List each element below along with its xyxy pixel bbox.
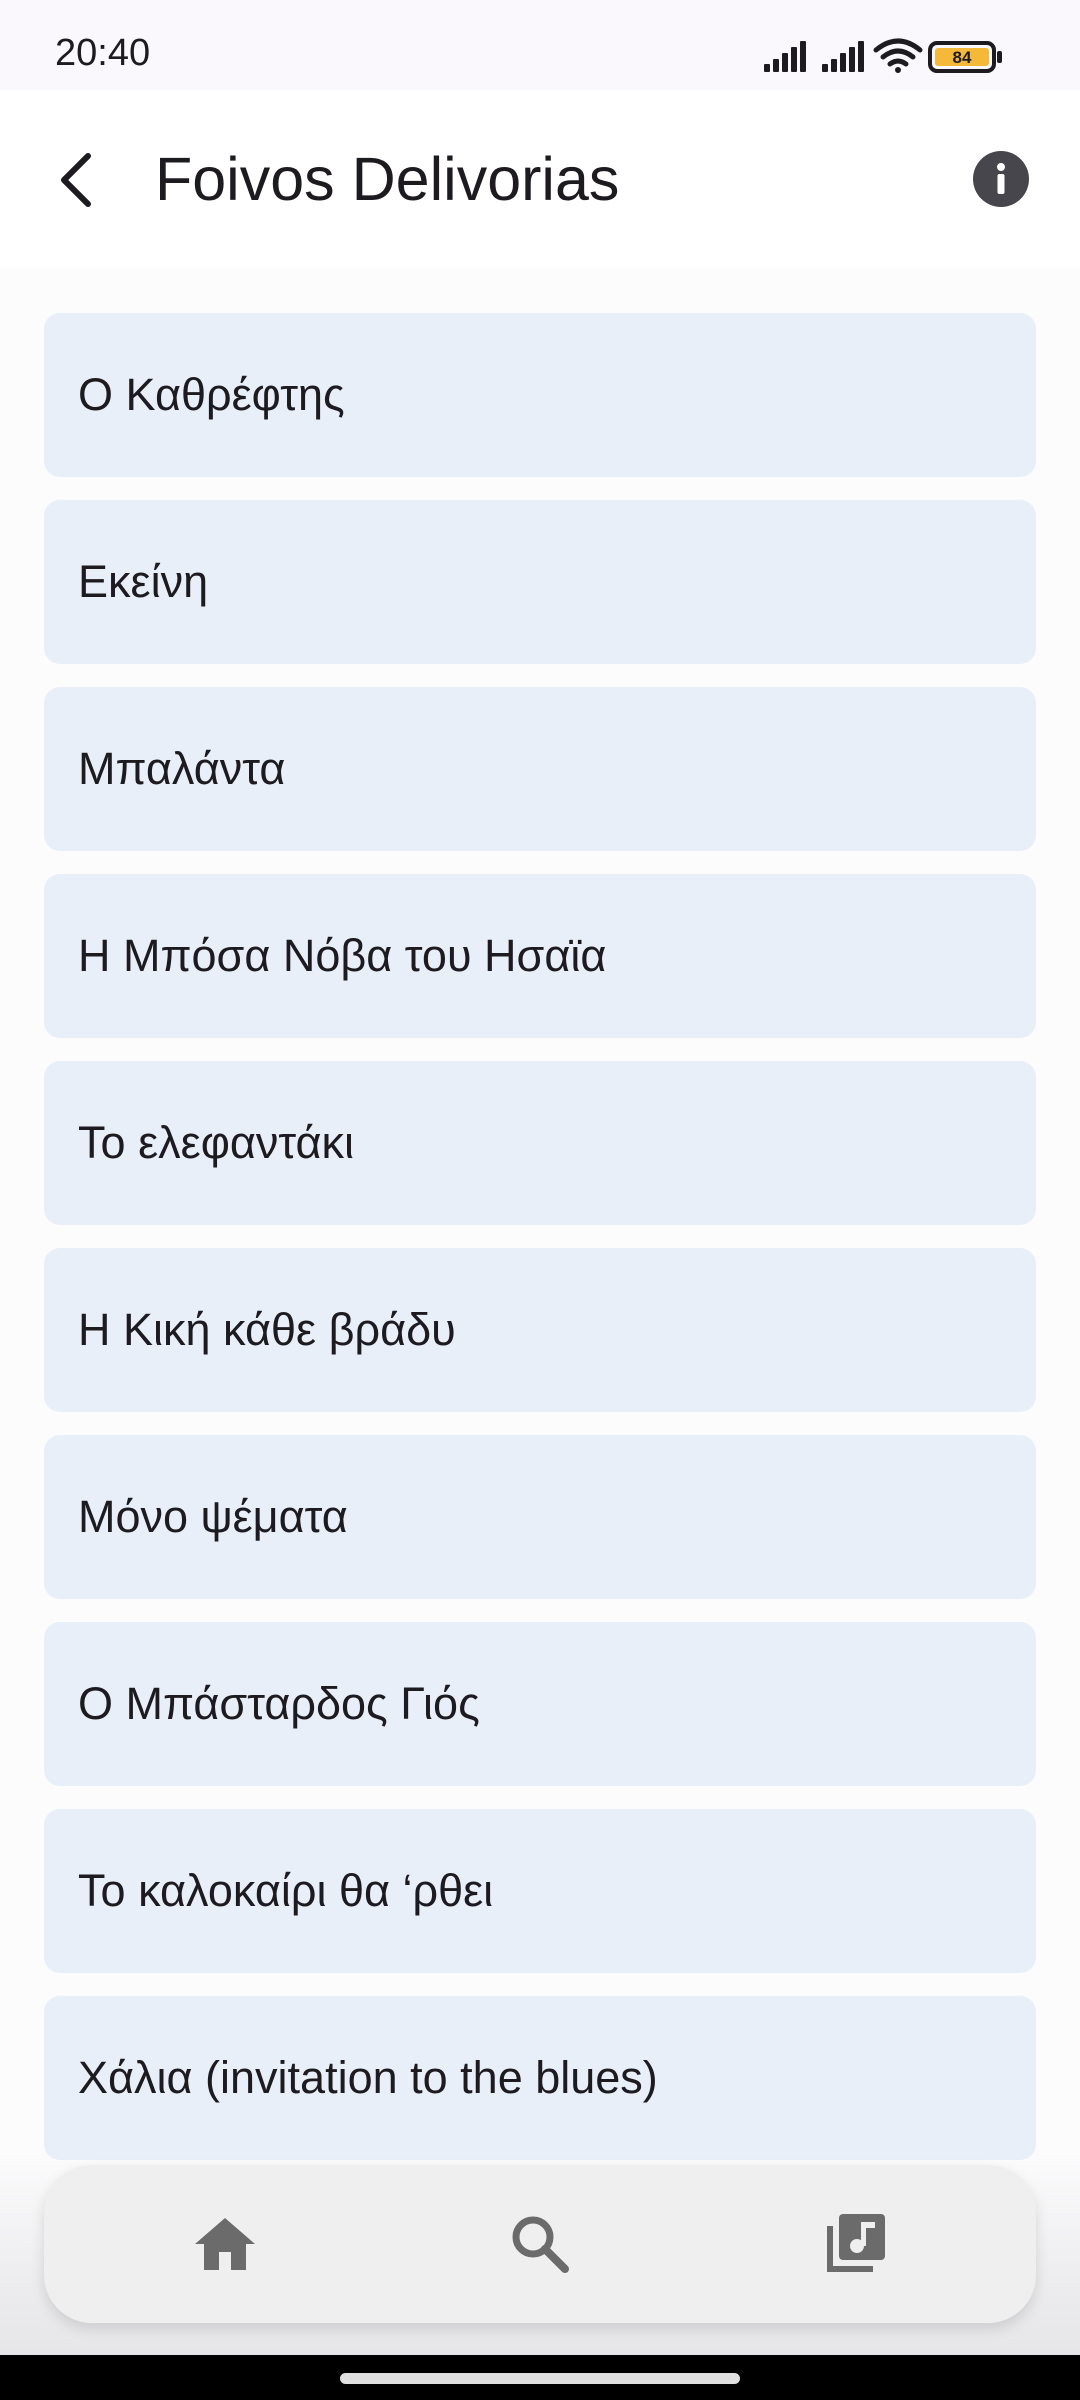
search-icon (512, 2216, 569, 2273)
list-item[interactable]: Ο Καθρέφτης (44, 313, 1036, 477)
nav-search-button[interactable] (500, 2204, 580, 2284)
signal-icon (764, 41, 806, 72)
library-music-icon (827, 2214, 885, 2272)
page-title: Foivos Delivorias (155, 145, 620, 213)
status-time: 20:40 (55, 32, 151, 74)
battery-icon: 84 (928, 41, 1002, 73)
track-title: Χάλια (invitation to the blues) (78, 2052, 658, 2103)
track-title: Μόνο ψέματα (78, 1491, 348, 1542)
battery-level: 84 (953, 48, 972, 67)
status-bar: 20:40 84 (0, 0, 1080, 90)
back-button[interactable] (40, 140, 112, 220)
gesture-bar (0, 2355, 1080, 2400)
list-item[interactable]: Χάλια (invitation to the blues) (44, 1996, 1036, 2160)
nav-library-button[interactable] (815, 2204, 895, 2284)
list-item[interactable]: Εκείνη (44, 500, 1036, 664)
track-title: Μπαλάντα (78, 743, 286, 794)
track-title: Το καλοκαίρι θα ‘ρθει (78, 1865, 494, 1916)
track-title: Το ελεφαντάκι (78, 1117, 355, 1168)
nav-home-button[interactable] (185, 2204, 265, 2284)
track-title: Ο Μπάσταρδος Γιός (78, 1678, 480, 1729)
home-indicator[interactable] (340, 2373, 740, 2384)
list-item[interactable]: Ο Μπάσταρδος Γιός (44, 1622, 1036, 1786)
track-title: Η Κική κάθε βράδυ (78, 1304, 456, 1355)
track-title: Η Μπόσα Νόβα του Ησαϊα (78, 930, 607, 981)
track-list: Ο Καθρέφτης Εκείνη Μπαλάντα Η Μπόσα Νόβα… (44, 313, 1036, 2183)
arrow-back-icon (61, 153, 91, 207)
screen: 20:40 84 Foivos Delivorias Ο Καθρέφτης Ε… (0, 0, 1080, 2400)
wifi-icon (873, 38, 923, 73)
app-bar: Foivos Delivorias (0, 90, 1080, 268)
track-title: Εκείνη (78, 556, 209, 607)
signal-icon (822, 41, 864, 72)
status-icons: 84 (764, 38, 1002, 73)
bottom-navigation (44, 2165, 1036, 2323)
track-title: Ο Καθρέφτης (78, 369, 345, 420)
list-item[interactable]: Μόνο ψέματα (44, 1435, 1036, 1599)
home-icon (195, 2218, 255, 2270)
info-icon[interactable] (972, 150, 1030, 208)
list-item[interactable]: Η Μπόσα Νόβα του Ησαϊα (44, 874, 1036, 1038)
list-item[interactable]: Το ελεφαντάκι (44, 1061, 1036, 1225)
list-item[interactable]: Μπαλάντα (44, 687, 1036, 851)
list-item[interactable]: Η Κική κάθε βράδυ (44, 1248, 1036, 1412)
list-item[interactable]: Το καλοκαίρι θα ‘ρθει (44, 1809, 1036, 1973)
